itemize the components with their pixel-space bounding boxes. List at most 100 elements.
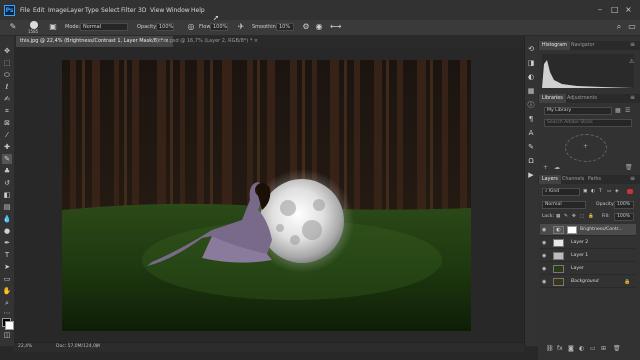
move-icon[interactable]: ✥ [2,46,12,56]
fill-input[interactable]: 100% [614,213,634,221]
filter-shape-icon[interactable]: ▭ [607,189,611,194]
layer-style-icon[interactable]: fx [557,345,563,352]
histogram-menu-icon[interactable]: ≡ [630,41,635,48]
close-button[interactable]: × [625,5,632,14]
swatches-icon[interactable]: ▦ [526,86,536,96]
layers-menu-icon[interactable]: ≡ [630,175,635,182]
color-icon[interactable]: ◐ [526,72,536,82]
library-grid-icon[interactable]: ▦ [615,107,621,114]
layer-row-background[interactable]: ◉ Background 🔒 [540,276,636,288]
menu-view[interactable]: View [150,7,164,14]
maximize-button[interactable]: □ [611,5,619,14]
clone-stamp-icon[interactable]: ♣ [2,166,12,176]
layer-row-brightness-contrast[interactable]: ◉ ◐ Brightness/Contr... [540,224,636,236]
library-add-icon[interactable]: + [543,164,548,171]
properties-icon[interactable]: ◨ [526,58,536,68]
photo-canvas[interactable] [62,60,471,331]
lock-position-icon[interactable]: ✥ [572,214,576,219]
library-list-icon[interactable]: ☰ [625,107,630,114]
tab-layers[interactable]: Layers [539,175,561,184]
tab-histogram[interactable]: Histogram [539,41,570,50]
new-layer-icon[interactable]: ⊞ [601,345,606,352]
layer-row-layer-1[interactable]: ◉ Layer 1 [540,250,636,262]
pressure-opacity-icon[interactable]: ◎ [186,22,196,32]
filter-adjustment-icon[interactable]: ◐ [591,189,595,194]
menu-file[interactable]: File [20,7,30,14]
brush-preview-icon[interactable] [30,21,38,29]
menu-type[interactable]: Type [85,7,99,14]
tab-paths[interactable]: Paths [585,175,604,184]
tab-libraries[interactable]: Libraries [539,94,566,103]
menu-image[interactable]: Image [48,7,67,14]
brushes-icon[interactable]: ✎ [526,142,536,152]
library-select[interactable]: My Library [544,107,612,115]
type-icon[interactable]: T [2,250,12,260]
pressure-size-icon[interactable]: ◉ [314,22,324,32]
visibility-eye-icon[interactable]: ◉ [542,279,546,285]
menu-window[interactable]: Window [166,7,190,14]
airbrush-icon[interactable]: ✈ [236,22,246,32]
tab-this-jpg[interactable]: this.jpg @ 22,4% (Brightness/Contrast 1,… [16,36,173,47]
mode-select[interactable]: Normal [80,23,128,31]
symmetry-icon[interactable]: ⟷ [330,22,341,32]
healing-icon[interactable]: ✚ [2,142,12,152]
minimize-button[interactable]: – [598,5,602,14]
menu-3d[interactable]: 3D [138,7,146,14]
filter-smart-icon[interactable]: ◈ [615,189,619,194]
lock-transparency-icon[interactable]: ▦ [556,214,560,219]
character-icon[interactable]: A [526,128,536,138]
background-color-swatch[interactable] [5,321,14,330]
frame-icon[interactable]: ⊠ [2,118,12,128]
artboard-icon[interactable]: ⬚ [2,58,12,68]
info-icon[interactable]: ⓘ [526,100,536,110]
menu-filter[interactable]: Filter [121,7,136,14]
pen-icon[interactable]: ✒ [2,238,12,248]
menu-edit[interactable]: Edit [33,7,45,14]
menu-select[interactable]: Select [101,7,120,14]
visibility-eye-icon[interactable]: ◉ [542,253,546,259]
rectangle-icon[interactable]: ▭ [2,274,12,284]
smoothing-options-icon[interactable]: ⚙ [301,22,311,32]
marquee-icon[interactable]: ⬭ [2,70,12,80]
brush-tool-icon[interactable]: ✎ [8,22,18,32]
menu-layer[interactable]: Layer [67,7,84,14]
menu-help[interactable]: Help [191,7,205,14]
layer-row-layer[interactable]: ◉ Layer [540,263,636,275]
layer-opacity-input[interactable]: 100% [614,201,634,209]
add-mask-icon[interactable]: ◙ [568,345,574,352]
zoom-level[interactable]: 22,4% [18,344,32,349]
lasso-icon[interactable]: ℓ [2,82,12,92]
status-menu-chevron-icon[interactable]: › [96,343,98,350]
more-tools-icon[interactable]: ⋯ [2,308,12,318]
hand-icon[interactable]: ✋ [2,286,12,296]
tab-navigator[interactable]: Navigator [568,41,597,50]
visibility-eye-icon[interactable]: ◉ [542,266,546,272]
layer-lock-icon[interactable]: 🔒 [624,279,630,285]
blend-mode-select[interactable]: Normal [542,201,586,209]
glyphs-icon[interactable]: Ω [526,156,536,166]
library-search-input[interactable]: Search Adobe Stock [544,119,632,127]
tab-adjustments[interactable]: Adjustments [564,94,600,103]
visibility-eye-icon[interactable]: ◉ [542,227,546,233]
crop-icon[interactable]: ⌗ [2,106,12,116]
brush-icon[interactable]: ✎ [2,154,12,164]
layer-row-layer-2[interactable]: ◉ Layer 2 [540,237,636,249]
actions-icon[interactable]: ▶ [526,170,536,180]
filter-pixel-icon[interactable]: ▣ [583,189,587,194]
link-layers-icon[interactable]: ⛓ [546,345,554,352]
lock-pixels-icon[interactable]: ✎ [564,214,568,219]
flow-input[interactable]: 100% [210,23,228,31]
quick-select-icon[interactable]: ✍ [2,94,12,104]
tab-this-psd[interactable]: this.psd @ 16,7% (Layer 2, RGB/8*) * × [155,36,262,47]
library-delete-icon[interactable]: 🗑 [625,164,633,171]
path-select-icon[interactable]: ➤ [2,262,12,272]
eraser-icon[interactable]: ◧ [2,190,12,200]
quick-mask-icon[interactable]: ◫ [2,330,12,340]
workspace-icon[interactable]: ▭ [627,22,637,32]
visibility-eye-icon[interactable]: ◉ [542,240,546,246]
filter-toggle-icon[interactable] [627,189,633,194]
smoothing-input[interactable]: 10% [276,23,294,31]
lock-artboard-icon[interactable]: ⬚ [580,214,584,219]
delete-layer-icon[interactable]: 🗑 [613,345,621,352]
new-adjustment-icon[interactable]: ◐ [579,345,584,352]
